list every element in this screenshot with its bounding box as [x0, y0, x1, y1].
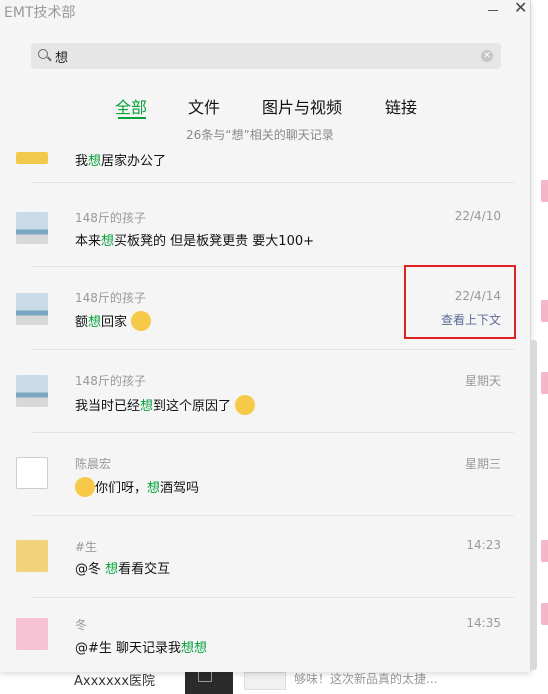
divider [32, 182, 514, 183]
avatar [16, 293, 48, 325]
clear-search-icon[interactable]: ✕ [481, 50, 493, 62]
flushed-emoji-icon [75, 477, 95, 497]
background-chat-name[interactable]: Axxxxxx医院 [74, 670, 155, 689]
divider [32, 432, 514, 433]
avatar [16, 375, 48, 407]
avatar [16, 540, 48, 572]
divider [32, 349, 514, 350]
window-title: EMT技术部 [4, 5, 76, 21]
result-summary: 26条与“想”相关的聊天记录 [186, 128, 334, 142]
message-text: 本来想买板凳的 但是板凳更贵 要大100+ [75, 234, 315, 249]
divider [32, 597, 514, 598]
search-icon [38, 49, 48, 59]
avatar [16, 457, 48, 489]
message-text: @冬 想看看交互 [75, 562, 171, 577]
sender-name: #生 [75, 540, 98, 554]
chat-history-search-window: EMT技术部 ✕ 想 ✕ 全部 文件 图片与视频 链接 26条与“想”相关的聊天… [0, 0, 531, 672]
background-chat-preview[interactable]: 够味！这次新品真的太捷... [294, 670, 437, 687]
background-image-thumb [244, 672, 286, 690]
divider [32, 515, 514, 516]
highlight-annotation-box [404, 265, 516, 339]
message-text: 我当时已经想到这个原因了 [75, 395, 256, 415]
tab-files[interactable]: 文件 [188, 94, 220, 118]
close-button[interactable]: ✕ [514, 0, 534, 18]
smile-emoji-icon [235, 395, 256, 415]
message-text: 我想居家办公了 [75, 154, 167, 169]
message-text: 你们呀，想酒驾吗 [75, 477, 199, 497]
search-input[interactable]: 想 ✕ [31, 43, 501, 69]
message-date: 14:35 [466, 616, 501, 630]
crying-emoji-icon [131, 311, 152, 331]
message-text: @#生 聊天记录我想想 [75, 641, 208, 656]
sender-name: 148斤的孩子 [75, 211, 146, 225]
tab-all[interactable]: 全部 [115, 94, 147, 118]
sender-name: 冬 [75, 618, 88, 632]
avatar [16, 212, 48, 244]
message-date: 22/4/10 [454, 209, 501, 223]
active-tab-indicator [118, 117, 146, 119]
tab-images-videos[interactable]: 图片与视频 [262, 94, 342, 118]
minimize-button[interactable] [484, 0, 504, 20]
background-thumbnail [541, 300, 548, 322]
background-thumbnail [541, 180, 548, 202]
background-thumbnail [541, 372, 548, 394]
avatar [16, 618, 48, 650]
message-date: 星期三 [464, 457, 501, 471]
message-date: 星期天 [464, 374, 501, 388]
sender-name: 148斤的孩子 [75, 374, 146, 388]
scrollbar[interactable] [530, 340, 537, 670]
sender-name: 陈晨宏 [75, 457, 112, 471]
background-thumbnail [541, 540, 548, 562]
avatar [16, 152, 48, 164]
message-text: 额想回家 [75, 311, 152, 331]
sender-name: 148斤的孩子 [75, 291, 146, 305]
message-date: 14:23 [466, 538, 501, 552]
background-thumbnail [541, 603, 548, 625]
search-query[interactable]: 想 [55, 47, 68, 66]
tab-links[interactable]: 链接 [385, 94, 417, 118]
